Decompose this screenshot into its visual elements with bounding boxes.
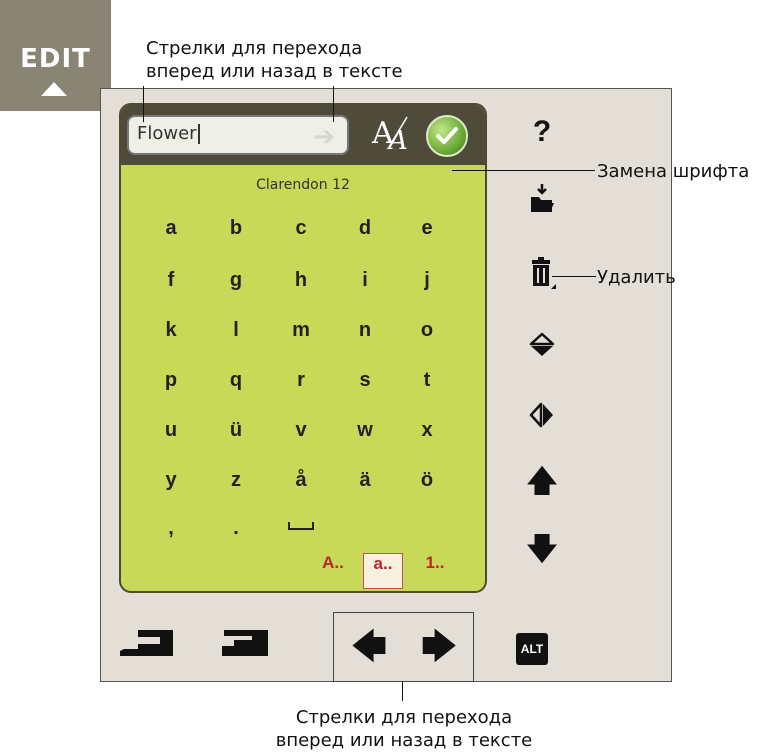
trash-icon — [532, 257, 556, 289]
mirror-horizontal-button[interactable] — [520, 393, 564, 437]
annotation-top-arrows: Стрелки для перехода вперед или назад в … — [146, 38, 403, 82]
move-down-button[interactable]: 🡇 — [520, 528, 564, 572]
help-button[interactable]: ? — [520, 110, 564, 154]
key-y[interactable]: y — [151, 463, 191, 497]
key-a-umlaut[interactable]: ä — [345, 463, 385, 497]
key-o-umlaut[interactable]: ö — [407, 463, 447, 497]
annotation-delete: Удалить — [597, 267, 676, 288]
key-r[interactable]: r — [281, 363, 321, 397]
confirm-button[interactable] — [426, 115, 468, 157]
open-folder-icon — [531, 184, 554, 212]
key-n[interactable]: n — [345, 313, 385, 347]
annotation-delete-line — [552, 276, 596, 277]
text-navigation-box: 🡄 🡆 — [333, 612, 474, 682]
key-d[interactable]: d — [345, 211, 385, 245]
key-a-ring[interactable]: å — [281, 463, 321, 497]
embroidery-mode-button[interactable] — [118, 628, 174, 658]
key-period[interactable]: . — [216, 511, 256, 545]
space-icon — [288, 522, 314, 530]
annotation-bottom-line — [402, 682, 403, 701]
keyboard-toolbar: Flower ➔ A A — [121, 105, 485, 165]
sewing-mode-button[interactable] — [218, 628, 270, 658]
annotation-top-line-right — [333, 86, 334, 122]
key-x[interactable]: x — [407, 413, 447, 447]
text-input-field[interactable]: Flower ➔ — [127, 115, 349, 155]
edit-arrow-up-icon — [41, 82, 67, 96]
key-l[interactable]: l — [216, 313, 256, 347]
key-q[interactable]: q — [216, 363, 256, 397]
checkmark-icon — [436, 127, 458, 144]
embroidery-machine-icon — [120, 630, 173, 656]
key-e[interactable]: e — [407, 211, 447, 245]
key-comma[interactable]: , — [151, 511, 191, 545]
key-z[interactable]: z — [216, 463, 256, 497]
key-m[interactable]: m — [281, 313, 321, 347]
font-change-icon[interactable]: A A — [371, 111, 421, 157]
mirror-updown-icon — [529, 332, 555, 356]
svg-text:A: A — [387, 126, 408, 156]
key-o[interactable]: o — [407, 313, 447, 347]
key-p[interactable]: p — [151, 363, 191, 397]
key-s[interactable]: s — [345, 363, 385, 397]
load-folder-button[interactable] — [520, 178, 564, 222]
annotation-bottom-arrows: Стрелки для перехода вперед или назад в … — [275, 707, 533, 751]
key-g[interactable]: g — [216, 263, 256, 297]
key-j[interactable]: j — [407, 263, 447, 297]
key-a[interactable]: a — [151, 211, 191, 245]
text-keyboard: Flower ➔ A A Clarendon 12 a b c d e f g h… — [119, 103, 487, 593]
cursor-right-button[interactable]: 🡆 — [414, 619, 464, 675]
key-u[interactable]: u — [151, 413, 191, 447]
edit-button[interactable]: EDIT — [0, 0, 111, 111]
key-u-umlaut[interactable]: ü — [216, 413, 256, 447]
mirror-sideways-icon — [529, 402, 553, 428]
annotation-top-line-left — [143, 86, 144, 122]
font-name-label: Clarendon 12 — [256, 177, 350, 193]
cursor-left-button[interactable]: 🡄 — [344, 619, 394, 675]
key-f[interactable]: f — [151, 263, 191, 297]
annotation-font-line — [452, 170, 595, 171]
key-t[interactable]: t — [407, 363, 447, 397]
text-cursor — [197, 124, 200, 144]
delete-button[interactable] — [520, 252, 564, 296]
mode-numbers-button[interactable]: 1.. — [415, 553, 455, 589]
key-c[interactable]: c — [281, 211, 321, 245]
key-v[interactable]: v — [281, 413, 321, 447]
mode-uppercase-button[interactable]: A.. — [313, 553, 353, 589]
key-k[interactable]: k — [151, 313, 191, 347]
key-i[interactable]: i — [345, 263, 385, 297]
edit-button-label: EDIT — [20, 44, 91, 74]
key-b[interactable]: b — [216, 211, 256, 245]
annotation-font-change: Замена шрифта — [597, 161, 750, 182]
text-forward-arrow-icon[interactable]: ➔ — [313, 122, 335, 152]
mirror-vertical-button[interactable] — [520, 323, 564, 367]
mode-lowercase-button[interactable]: a.. — [363, 553, 403, 589]
alt-button[interactable]: ALT — [516, 633, 548, 665]
sewing-machine-icon — [222, 630, 268, 656]
text-input-value: Flower — [137, 123, 197, 144]
move-up-button[interactable]: 🡅 — [520, 460, 564, 504]
key-h[interactable]: h — [281, 263, 321, 297]
key-w[interactable]: w — [345, 413, 385, 447]
